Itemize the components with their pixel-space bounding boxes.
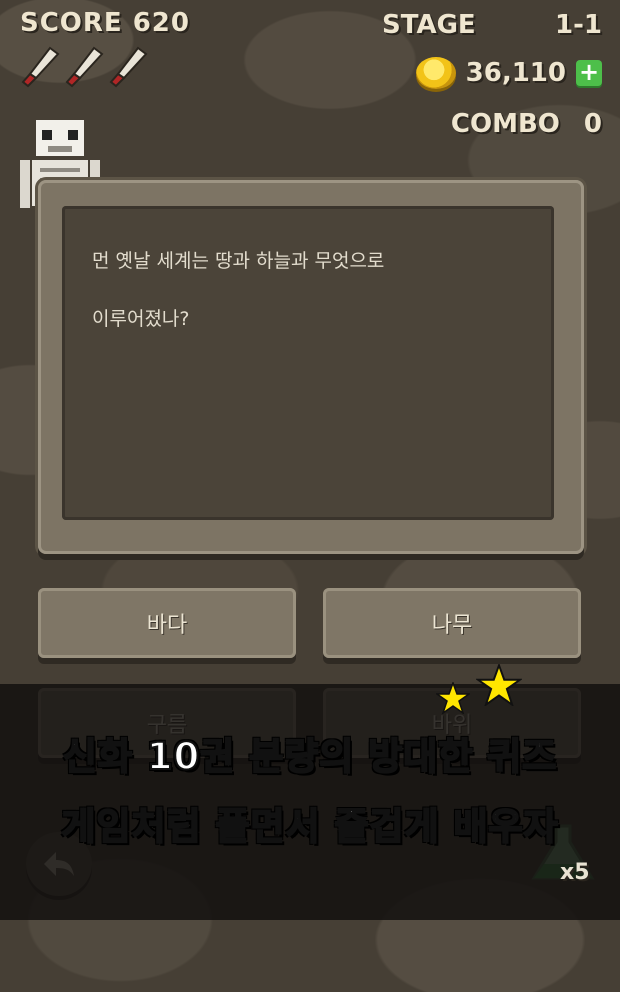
question-board: 먼 옛날 세계는 땅과 하늘과 무엇으로 이루어졌나? bbox=[38, 180, 584, 554]
score-panel: SCORE 620 bbox=[20, 8, 190, 88]
score-display: SCORE 620 bbox=[20, 8, 190, 38]
add-coins-button[interactable]: + bbox=[576, 60, 602, 86]
answer-button-2[interactable]: 나무 bbox=[323, 588, 581, 658]
coin-icon bbox=[415, 57, 456, 89]
banner-line-1: 신화 10권 분량의 방대한 퀴즈 bbox=[62, 734, 558, 779]
knife-icon bbox=[109, 46, 148, 88]
status-panel: STAGE 1-1 36,110 + COMBO 0 bbox=[382, 8, 602, 146]
question-line-2: 이루어졌나? bbox=[92, 308, 190, 330]
knife-icon bbox=[21, 46, 60, 88]
coins-value: 36,110 bbox=[465, 58, 566, 88]
promo-banner: 신화 10권 분량의 방대한 퀴즈 게임처럼 풀면서 즐겁게 배우자 bbox=[0, 684, 620, 920]
coins-display: 36,110 + bbox=[382, 50, 602, 96]
knife-icon bbox=[65, 46, 104, 88]
combo-value: 0 bbox=[583, 109, 602, 139]
question-line-1: 먼 옛날 세계는 땅과 하늘과 무엇으로 bbox=[92, 250, 385, 272]
combo-display: COMBO 0 bbox=[382, 102, 602, 146]
lives-row bbox=[20, 44, 190, 88]
star-icon bbox=[476, 664, 522, 706]
score-label: SCORE bbox=[20, 8, 123, 38]
answer-button-1[interactable]: 바다 bbox=[38, 588, 296, 658]
star-icon bbox=[436, 682, 470, 714]
score-value: 620 bbox=[132, 8, 190, 38]
stage-display: STAGE 1-1 bbox=[382, 8, 602, 42]
banner-line-2: 게임처럼 풀면서 즐겁게 배우자 bbox=[60, 804, 559, 849]
combo-label: COMBO bbox=[450, 109, 560, 139]
stage-value: 1-1 bbox=[555, 10, 602, 40]
question-text: 먼 옛날 세계는 땅과 하늘과 무엇으로 이루어졌나? bbox=[92, 232, 532, 348]
hint-count: x5 bbox=[560, 860, 590, 885]
stage-label: STAGE bbox=[382, 10, 476, 40]
